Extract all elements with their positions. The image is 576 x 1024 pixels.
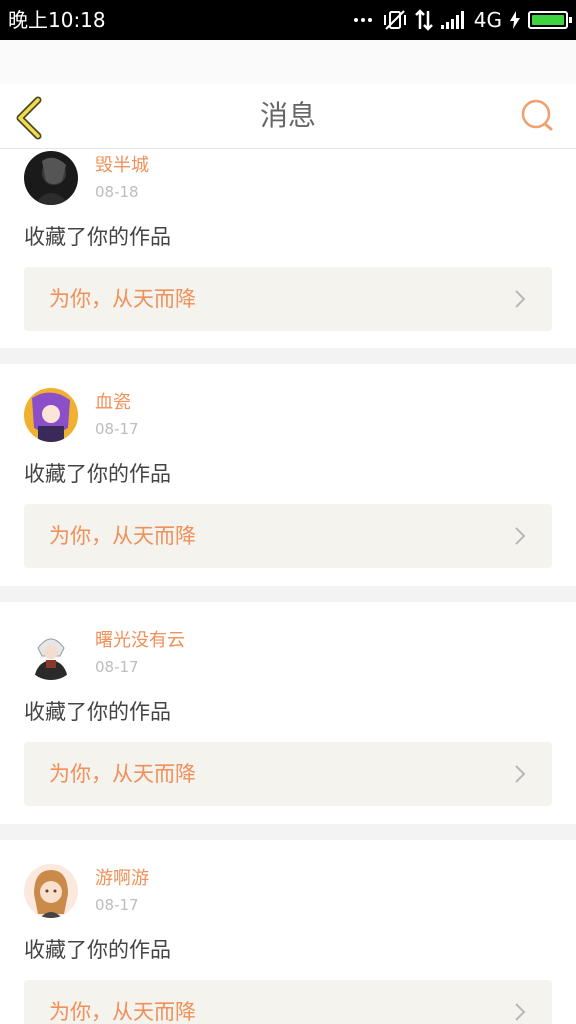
data-transfer-icon <box>414 9 433 31</box>
work-link[interactable]: 为你，从天而降 <box>24 267 552 331</box>
work-title: 为你，从天而降 <box>49 1000 196 1024</box>
message-card: 曙光没有云 08-17 收藏了你的作品 为你，从天而降 <box>0 602 576 840</box>
chevron-right-icon <box>515 290 526 308</box>
status-icons: 4G <box>346 7 572 33</box>
more-dots-icon <box>353 18 375 22</box>
battery-charging-icon <box>528 11 572 29</box>
action-text: 收藏了你的作品 <box>24 938 171 962</box>
search-button[interactable] <box>518 96 558 136</box>
username[interactable]: 游啊游 <box>95 866 149 892</box>
battery-level <box>532 15 564 25</box>
action-text: 收藏了你的作品 <box>24 462 171 486</box>
message-card: 游啊游 08-17 收藏了你的作品 为你，从天而降 <box>0 840 576 1024</box>
charging-bolt-icon <box>510 11 520 29</box>
top-spacer <box>0 40 576 84</box>
work-link[interactable]: 为你，从天而降 <box>24 980 552 1024</box>
message-list[interactable]: 毁半城 08-18 收藏了你的作品 为你，从天而降 血瓷 08-17 收藏了你的… <box>0 149 576 1024</box>
username[interactable]: 曙光没有云 <box>95 628 185 654</box>
status-bar: 晚上10:18 4G <box>0 0 576 40</box>
message-date: 08-17 <box>95 658 139 676</box>
work-title: 为你，从天而降 <box>49 287 196 311</box>
message-date: 08-17 <box>95 420 139 438</box>
search-icon <box>521 99 553 131</box>
avatar-girl-anime <box>24 864 78 918</box>
signal-icon <box>440 11 466 29</box>
avatar-dark-portrait <box>24 151 78 205</box>
work-title: 为你，从天而降 <box>49 762 196 786</box>
avatar-white-hair-anime <box>24 626 78 680</box>
chevron-right-icon <box>515 1003 526 1021</box>
page-title: 消息 <box>259 99 316 132</box>
message-date: 08-17 <box>95 896 139 914</box>
status-time: 晚上10:18 <box>8 8 106 32</box>
action-text: 收藏了你的作品 <box>24 700 171 724</box>
chevron-right-icon <box>515 527 526 545</box>
username[interactable]: 毁半城 <box>95 153 149 179</box>
username[interactable]: 血瓷 <box>95 390 131 416</box>
message-card: 毁半城 08-18 收藏了你的作品 为你，从天而降 <box>0 149 576 364</box>
work-link[interactable]: 为你，从天而降 <box>24 504 552 568</box>
avatar[interactable] <box>24 626 78 680</box>
message-date: 08-18 <box>95 183 139 201</box>
work-link[interactable]: 为你，从天而降 <box>24 742 552 806</box>
network-type: 4G <box>473 8 502 32</box>
avatar[interactable] <box>24 864 78 918</box>
action-text: 收藏了你的作品 <box>24 225 171 249</box>
work-title: 为你，从天而降 <box>49 524 196 548</box>
avatar-purple-anime <box>24 388 78 442</box>
avatar[interactable] <box>24 388 78 442</box>
vibrate-off-icon <box>383 10 406 30</box>
message-card: 血瓷 08-17 收藏了你的作品 为你，从天而降 <box>0 364 576 602</box>
chevron-right-icon <box>515 765 526 783</box>
avatar[interactable] <box>24 151 78 205</box>
header: 消息 <box>0 84 576 149</box>
